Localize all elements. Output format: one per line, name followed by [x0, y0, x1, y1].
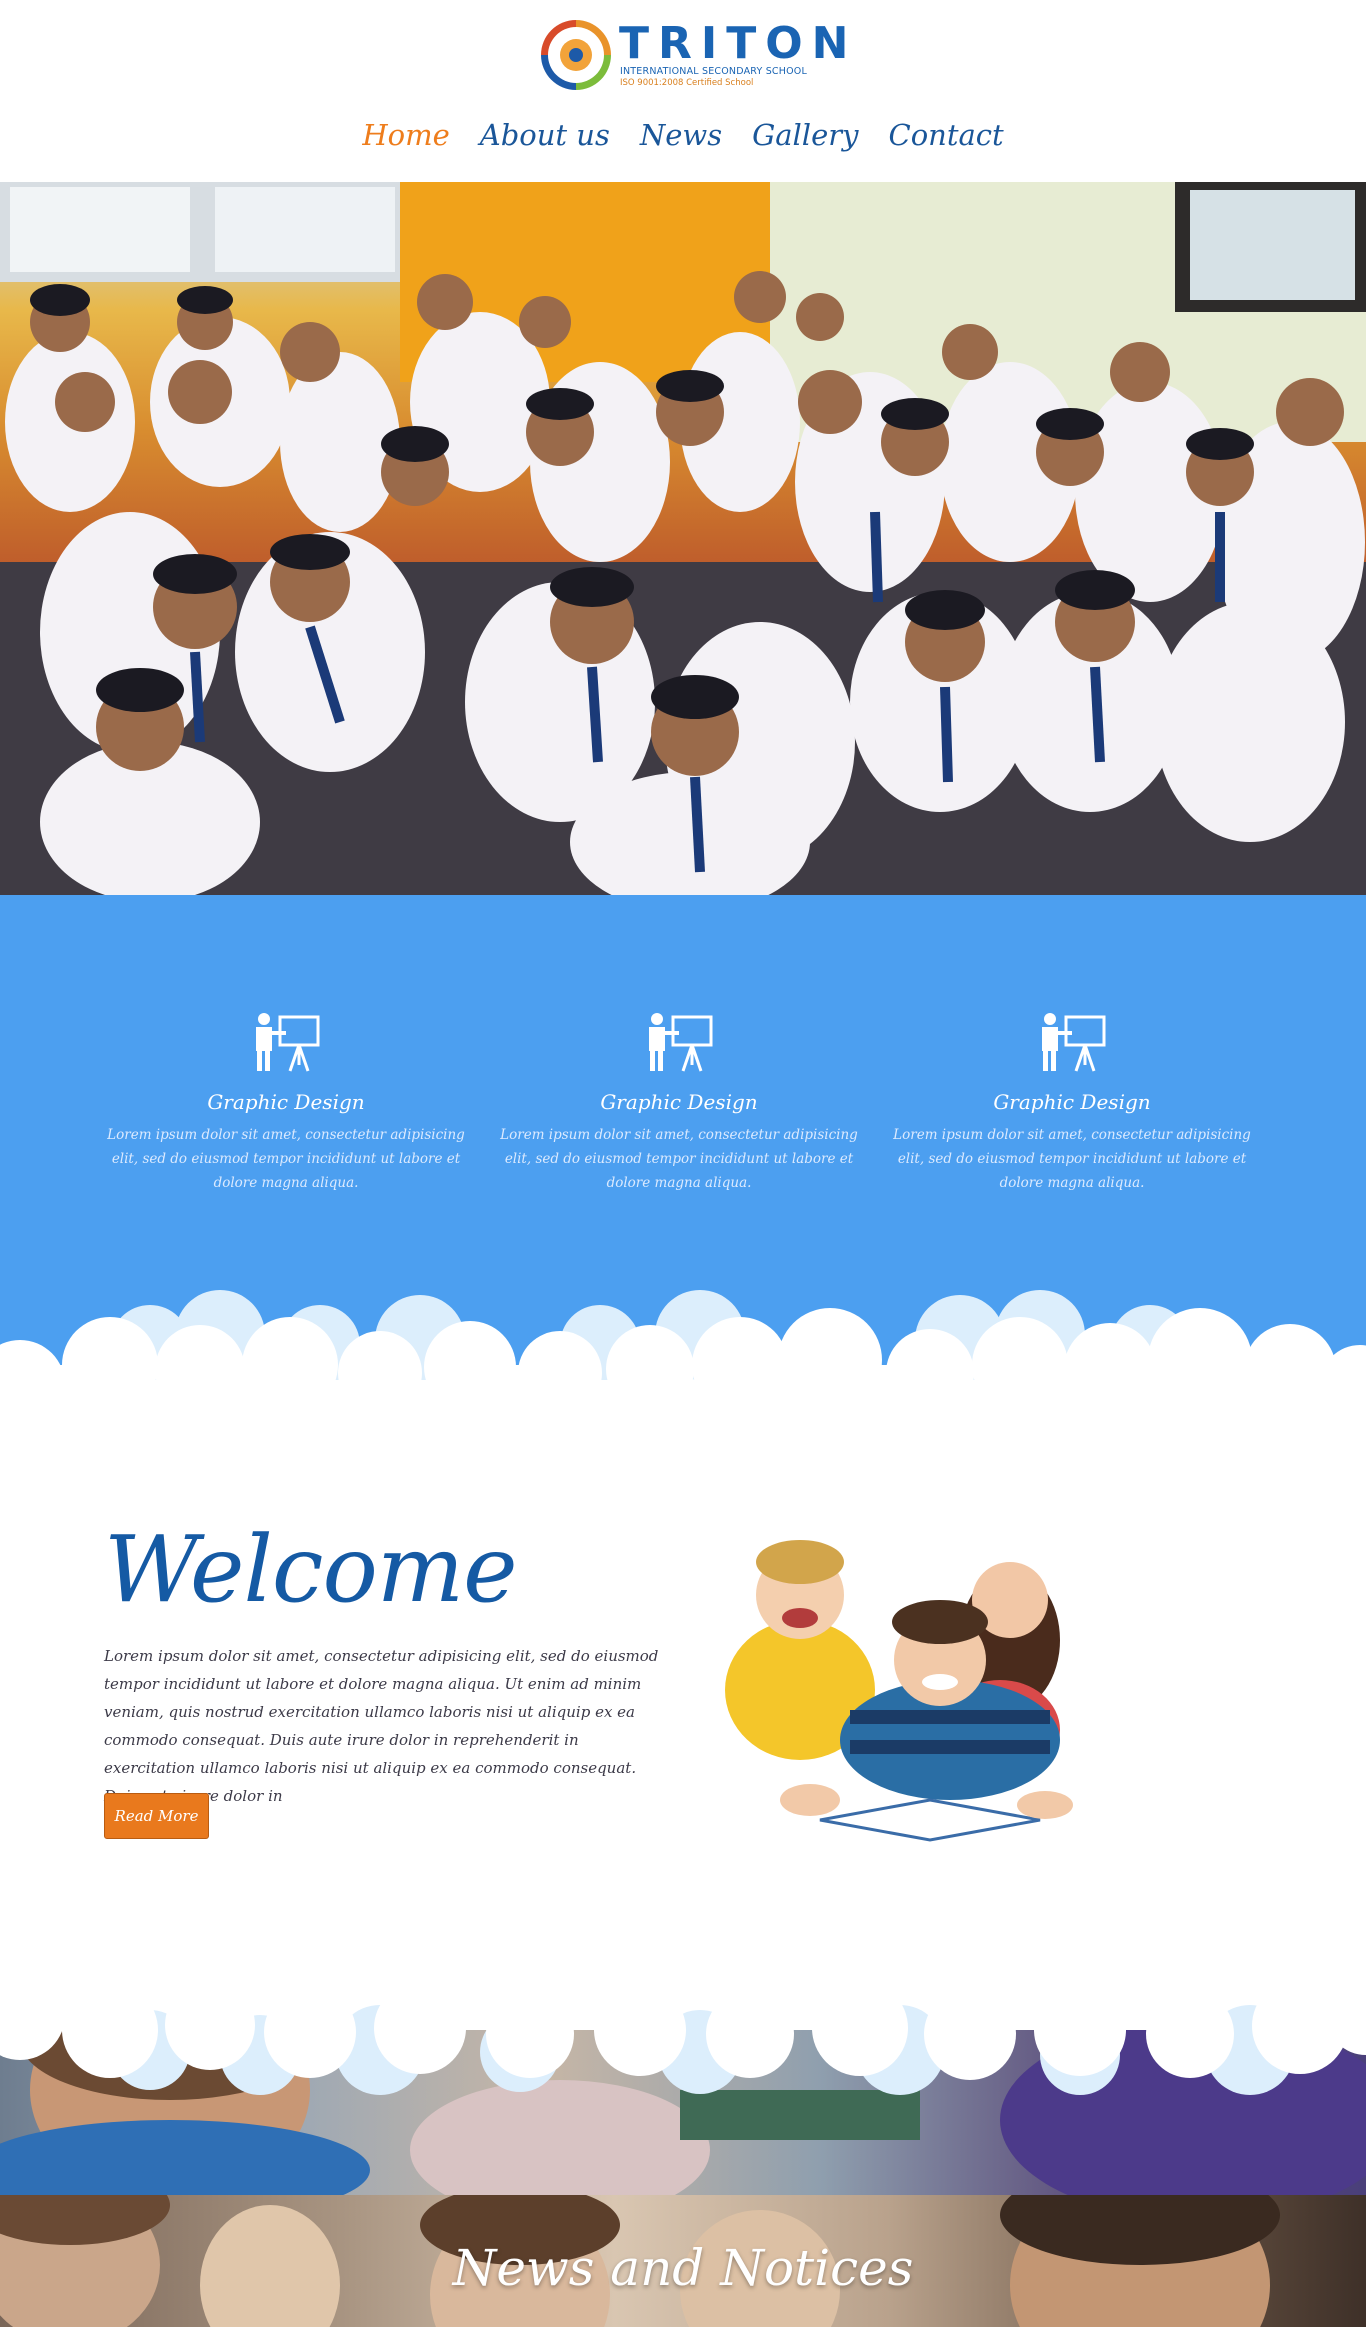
cloud-divider-bottom — [0, 1990, 1366, 2095]
feature-title: Graphic Design — [993, 1090, 1151, 1114]
logo-certification: ISO 9001:2008 Certified School — [620, 78, 754, 88]
site-header: TRITON INTERNATIONAL SECONDARY SCHOOL IS… — [0, 0, 1366, 182]
hero-students-photo — [0, 182, 1366, 895]
feature-card: Graphic Design Lorem ipsum dolor sit ame… — [106, 1013, 466, 1195]
logo-name: TRITON — [619, 18, 858, 69]
feature-title: Graphic Design — [600, 1090, 758, 1114]
main-nav: Home About us News Gallery Contact — [0, 115, 1366, 155]
feature-text: Lorem ipsum dolor sit amet, consectetur … — [107, 1127, 465, 1191]
school-logo[interactable]: TRITON INTERNATIONAL SECONDARY SCHOOL IS… — [541, 18, 849, 92]
feature-card: Graphic Design Lorem ipsum dolor sit ame… — [892, 1013, 1252, 1195]
welcome-text: Lorem ipsum dolor sit amet, consectetur … — [104, 1647, 659, 1805]
nav-contact[interactable]: Contact — [889, 115, 1004, 155]
nav-gallery[interactable]: Gallery — [752, 115, 858, 155]
teacher-board-icon — [256, 1013, 320, 1072]
nav-home[interactable]: Home — [362, 115, 449, 155]
news-section-title: News and Notices — [452, 2239, 914, 2297]
welcome-title: Welcome — [104, 1516, 518, 1623]
logo-subtitle: INTERNATIONAL SECONDARY SCHOOL — [620, 66, 807, 77]
teacher-board-icon — [1042, 1013, 1106, 1072]
teacher-board-icon — [649, 1013, 713, 1072]
kids-reading-photo — [725, 1540, 1073, 1842]
nav-about-us[interactable]: About us — [480, 115, 610, 155]
feature-card: Graphic Design Lorem ipsum dolor sit ame… — [499, 1013, 859, 1195]
feature-text: Lorem ipsum dolor sit amet, consectetur … — [893, 1127, 1251, 1191]
read-more-button[interactable]: Read More — [104, 1793, 209, 1839]
feature-text: Lorem ipsum dolor sit amet, consectetur … — [500, 1127, 858, 1191]
feature-title: Graphic Design — [207, 1090, 365, 1114]
logo-emblem-icon — [541, 20, 611, 90]
nav-news[interactable]: News — [640, 115, 722, 155]
